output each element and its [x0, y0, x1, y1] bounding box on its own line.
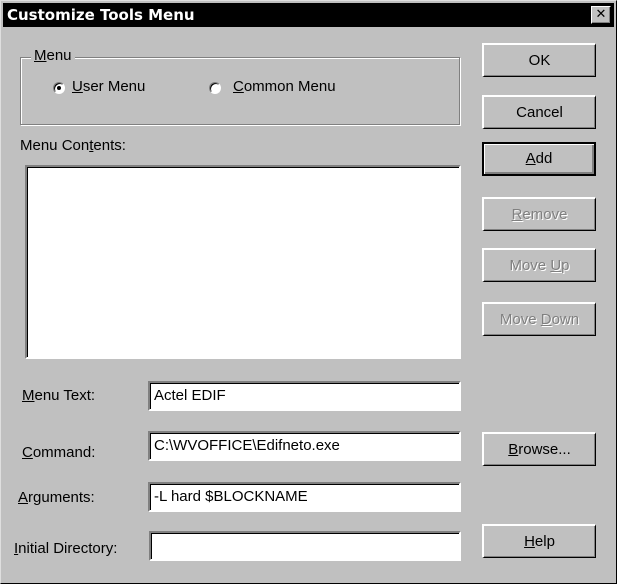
dialog-title: Customize Tools Menu — [7, 6, 195, 24]
title-bar[interactable]: Customize Tools Menu ✕ — [3, 3, 614, 27]
close-icon[interactable]: ✕ — [591, 6, 611, 24]
arguments-label: Arguments: — [18, 489, 95, 506]
radio-selected-dot — [57, 86, 61, 90]
add-button[interactable]: Add — [482, 142, 596, 176]
browse-button[interactable]: Browse... — [482, 432, 596, 466]
command-label: Command: — [22, 444, 96, 461]
initial-directory-field[interactable] — [149, 531, 461, 561]
menu-text-label: Menu Text: — [22, 387, 96, 404]
cancel-button[interactable]: Cancel — [482, 95, 596, 129]
user-menu-radio-label[interactable]: User Menu — [72, 78, 145, 95]
arguments-field[interactable]: -L hard $BLOCKNAME — [148, 482, 461, 512]
customize-tools-dialog: Customize Tools Menu ✕ Menu User Menu Co… — [0, 0, 617, 584]
initial-directory-label: Initial Directory: — [14, 540, 118, 557]
common-menu-radio[interactable] — [209, 82, 221, 94]
menu-contents-listbox[interactable] — [25, 165, 461, 359]
remove-button[interactable]: Remove — [482, 197, 596, 231]
move-up-button[interactable]: Move Up — [482, 248, 596, 282]
help-button[interactable]: Help — [482, 524, 596, 558]
common-menu-radio-label[interactable]: Common Menu — [233, 78, 336, 95]
menu-contents-label: Menu Contents: — [20, 137, 126, 154]
ok-button[interactable]: OK — [482, 43, 596, 77]
menu-group-legend: Menu — [31, 47, 75, 64]
user-menu-radio[interactable] — [53, 82, 65, 94]
move-down-button[interactable]: Move Down — [482, 302, 596, 336]
command-field[interactable]: C:\WVOFFICE\Edifneto.exe — [148, 431, 461, 461]
menu-text-field[interactable]: Actel EDIF — [148, 381, 461, 411]
